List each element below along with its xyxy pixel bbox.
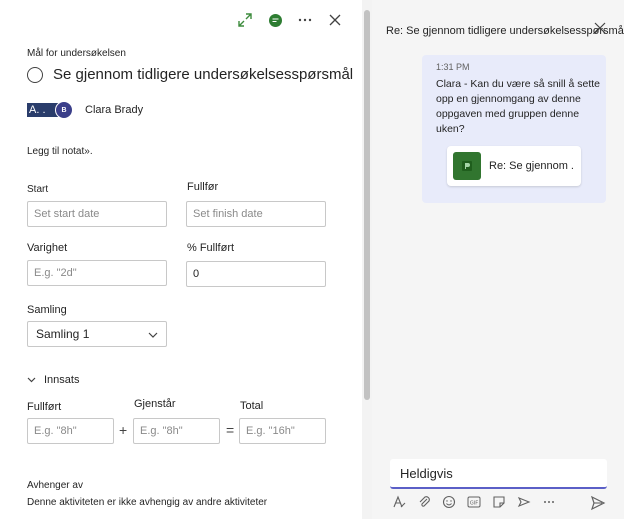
chat-icon[interactable] (267, 12, 283, 28)
section-label: Mål for undersøkelsen (27, 48, 126, 59)
svg-text:GIF: GIF (470, 501, 478, 507)
chat-header-title: Re: Se gjennom tidligere undersøkelsessp… (386, 25, 624, 37)
effort-total-label: Total (240, 400, 264, 412)
complete-task-checkbox[interactable] (27, 66, 43, 83)
start-label: Start (27, 184, 49, 195)
task-card[interactable]: Re: Se gjennom . (447, 146, 581, 186)
task-title-row: Se gjennom tidligere undersøkelsesspørsm… (27, 66, 353, 83)
plus-sign: + (119, 422, 128, 438)
effort-remaining-label: Gjenstår (134, 398, 176, 410)
avatar: B (55, 101, 73, 119)
task-title[interactable]: Se gjennom tidligere undersøkelsesspørsm… (53, 66, 353, 83)
finish-label: Fullfør (187, 181, 219, 193)
assignee-name: Clara Brady (85, 104, 144, 116)
message-timestamp: 1:31 PM (436, 62, 470, 72)
dependencies-text: Denne aktiviteten er ikke avhengig av an… (27, 497, 268, 508)
bucket-label: Samling (27, 304, 67, 316)
percent-complete-label: % Fullført (187, 242, 235, 254)
chevron-down-icon (27, 374, 36, 386)
scrollbar[interactable] (362, 0, 372, 519)
equals-sign: = (226, 422, 235, 438)
task-details-panel: Mål for undersøkelsen Se gjennom tidlige… (0, 0, 372, 519)
effort-section-label: Innsats (44, 374, 80, 386)
start-date-input[interactable] (27, 201, 167, 227)
task-card-title: Re: Se gjennom . (489, 160, 574, 172)
compose-input[interactable] (390, 459, 607, 489)
finish-date-input[interactable] (186, 201, 326, 227)
close-icon[interactable] (327, 12, 343, 28)
chat-message: 1:31 PM Clara - Kan du være så snill å s… (422, 55, 606, 203)
scrollbar-thumb[interactable] (364, 10, 370, 400)
chevron-down-icon (148, 327, 158, 341)
add-note-link[interactable]: Legg til notat». (27, 146, 93, 157)
bucket-select[interactable]: Samling 1 (27, 321, 167, 347)
expand-icon[interactable] (237, 12, 253, 28)
gif-icon[interactable]: GIF (467, 495, 481, 509)
assignee-row: A. . B Clara Brady (27, 101, 143, 119)
emoji-icon[interactable] (442, 495, 456, 509)
message-text: Clara - Kan du være så snill å sette opp… (436, 78, 600, 135)
assignee-chip[interactable]: A. . B (27, 101, 75, 119)
sticker-icon[interactable] (492, 495, 506, 509)
planner-icon (453, 152, 481, 180)
effort-completed-input[interactable] (27, 418, 114, 444)
duration-label: Varighet (27, 242, 68, 254)
schedule-meeting-icon[interactable] (517, 495, 531, 509)
more-options-icon[interactable] (542, 495, 556, 509)
dependencies-label: Avhenger av (27, 480, 83, 491)
send-icon[interactable] (590, 495, 606, 511)
effort-total-input[interactable] (239, 418, 326, 444)
format-icon[interactable] (392, 495, 406, 509)
compose-toolbar: GIF (392, 495, 610, 509)
effort-remaining-input[interactable] (133, 418, 220, 444)
task-toolbar (237, 12, 343, 28)
attach-icon[interactable] (417, 495, 431, 509)
more-options-icon[interactable] (297, 12, 313, 28)
duration-input[interactable] (27, 260, 167, 286)
percent-complete-input[interactable] (186, 261, 326, 287)
bucket-select-value: Samling 1 (36, 327, 90, 341)
chat-pane: Re: Se gjennom tidligere undersøkelsessp… (372, 0, 624, 519)
close-icon[interactable] (594, 21, 608, 35)
effort-completed-label: Fullført (27, 401, 62, 413)
effort-section-toggle[interactable]: Innsats (27, 374, 79, 386)
